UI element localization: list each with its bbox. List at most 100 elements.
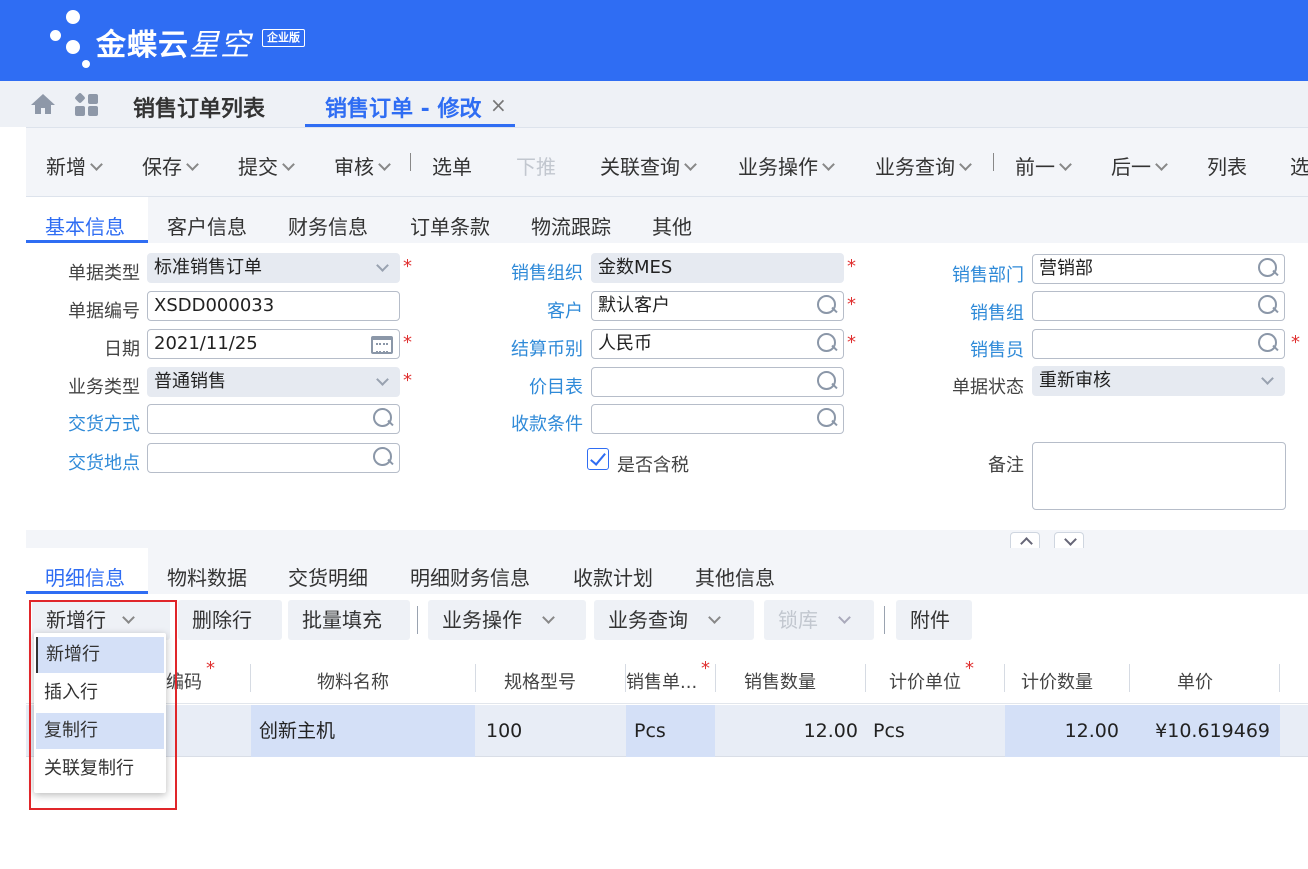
edition-badge: 企业版 bbox=[262, 29, 305, 47]
currency-label[interactable]: 结算币别 bbox=[511, 335, 583, 361]
delivery-method-label[interactable]: 交货方式 bbox=[68, 410, 140, 436]
search-icon[interactable] bbox=[373, 408, 393, 428]
business-query-button[interactable]: 业务查询 bbox=[875, 151, 972, 180]
search-icon[interactable] bbox=[1258, 295, 1278, 315]
column-header-unit-price[interactable]: 单价 bbox=[1177, 668, 1213, 694]
delivery-place-label[interactable]: 交货地点 bbox=[68, 449, 140, 475]
tab-basic-info[interactable]: 基本信息 bbox=[45, 211, 125, 240]
tab-finance-info[interactable]: 财务信息 bbox=[288, 211, 368, 240]
tab-detail-finance[interactable]: 明细财务信息 bbox=[410, 562, 530, 591]
expand-down-icon[interactable] bbox=[1054, 532, 1084, 548]
tax-included-checkbox[interactable] bbox=[587, 448, 609, 470]
cell-price-unit[interactable]: Pcs bbox=[873, 705, 1003, 757]
price-list-label[interactable]: 价目表 bbox=[529, 373, 583, 399]
delete-row-button[interactable]: 删除行 bbox=[178, 600, 282, 640]
tab-detail-info[interactable]: 明细信息 bbox=[45, 562, 125, 591]
cell-sale-unit[interactable]: Pcs bbox=[626, 705, 715, 757]
sale-group-field[interactable] bbox=[1032, 291, 1285, 321]
search-icon[interactable] bbox=[1258, 333, 1278, 353]
tab-logistics[interactable]: 物流跟踪 bbox=[531, 211, 611, 240]
remark-textarea[interactable] bbox=[1032, 442, 1286, 510]
date-field[interactable]: 2021/11/25 bbox=[147, 329, 400, 359]
salesman-field[interactable] bbox=[1032, 329, 1285, 359]
tab-other[interactable]: 其他 bbox=[652, 211, 692, 240]
sale-org-field[interactable]: 金数MES bbox=[591, 253, 844, 283]
column-header-material-name[interactable]: 物料名称 bbox=[317, 668, 389, 694]
detail-business-query-button[interactable]: 业务查询 bbox=[594, 600, 754, 640]
save-button[interactable]: 保存 bbox=[142, 151, 199, 180]
required-mark: * bbox=[847, 294, 856, 315]
required-mark: * bbox=[1291, 332, 1300, 353]
collapse-up-icon[interactable] bbox=[1010, 532, 1040, 548]
related-query-button[interactable]: 关联查询 bbox=[600, 151, 697, 180]
previous-button[interactable]: 前一 bbox=[1015, 151, 1072, 180]
sale-org-label[interactable]: 销售组织 bbox=[511, 259, 583, 285]
sale-dept-label[interactable]: 销售部门 bbox=[952, 261, 1024, 287]
select-bill-button[interactable]: 选单 bbox=[432, 151, 472, 180]
business-operation-button[interactable]: 业务操作 bbox=[738, 151, 835, 180]
calendar-icon[interactable] bbox=[371, 336, 393, 354]
column-header-price-unit[interactable]: 计价单位 bbox=[889, 668, 961, 694]
sale-dept-field[interactable]: 营销部 bbox=[1032, 254, 1285, 284]
search-icon[interactable] bbox=[817, 333, 837, 353]
home-icon[interactable] bbox=[30, 93, 56, 115]
column-header-price-qty[interactable]: 计价数量 bbox=[1021, 668, 1093, 694]
tab-customer-info[interactable]: 客户信息 bbox=[167, 211, 247, 240]
tab-order-terms[interactable]: 订单条款 bbox=[410, 211, 490, 240]
close-icon[interactable]: × bbox=[490, 93, 507, 117]
next-button[interactable]: 后一 bbox=[1111, 151, 1168, 180]
chevron-down-icon bbox=[186, 158, 199, 171]
options-button[interactable]: 选 bbox=[1290, 151, 1308, 180]
audit-button[interactable]: 审核 bbox=[334, 151, 391, 180]
detail-section-tabs: 明细信息 物料数据 交货明细 明细财务信息 收款计划 其他信息 bbox=[26, 548, 1308, 594]
tab-sales-order-list[interactable]: 销售订单列表 bbox=[133, 91, 265, 123]
detail-business-operation-button[interactable]: 业务操作 bbox=[428, 600, 586, 640]
tab-other-info[interactable]: 其他信息 bbox=[695, 562, 775, 591]
chevron-down-icon bbox=[376, 259, 389, 272]
column-divider bbox=[865, 664, 866, 692]
delivery-place-field[interactable] bbox=[147, 443, 400, 473]
search-icon[interactable] bbox=[373, 447, 393, 467]
sale-group-label[interactable]: 销售组 bbox=[970, 299, 1024, 325]
delivery-method-field[interactable] bbox=[147, 404, 400, 434]
column-divider bbox=[250, 664, 251, 692]
tab-material-data[interactable]: 物料数据 bbox=[167, 562, 247, 591]
bill-type-select[interactable]: 标准销售订单 bbox=[147, 253, 400, 283]
search-icon[interactable] bbox=[1258, 258, 1278, 278]
new-button[interactable]: 新增 bbox=[46, 151, 103, 180]
search-icon[interactable] bbox=[817, 371, 837, 391]
price-list-field[interactable] bbox=[591, 367, 844, 397]
tab-sales-order-edit[interactable]: 销售订单 - 修改 × bbox=[305, 81, 515, 127]
payment-terms-label[interactable]: 收款条件 bbox=[511, 410, 583, 436]
bill-number-field[interactable]: XSDD000033 bbox=[147, 291, 400, 321]
chevron-down-icon bbox=[1059, 158, 1072, 171]
cell-sale-qty[interactable]: 12.00 bbox=[715, 705, 858, 757]
customer-label[interactable]: 客户 bbox=[547, 297, 583, 323]
business-type-select[interactable]: 普通销售 bbox=[147, 367, 400, 397]
tab-delivery-detail[interactable]: 交货明细 bbox=[288, 562, 368, 591]
toolbar-divider bbox=[993, 153, 994, 171]
customer-field[interactable]: 默认客户 bbox=[591, 291, 844, 321]
table-row[interactable]: 创新主机 100 Pcs 12.00 Pcs 12.00 ¥10.619469 bbox=[26, 705, 1308, 757]
search-icon[interactable] bbox=[817, 408, 837, 428]
cell-unit-price[interactable]: ¥10.619469 bbox=[1129, 705, 1280, 757]
batch-fill-button[interactable]: 批量填充 bbox=[288, 600, 410, 640]
apps-grid-icon[interactable] bbox=[74, 93, 100, 117]
chevron-down-icon bbox=[1261, 372, 1274, 385]
column-header-sale-qty[interactable]: 销售数量 bbox=[744, 668, 816, 694]
attachment-button[interactable]: 附件 bbox=[896, 600, 972, 640]
cell-price-qty[interactable]: 12.00 bbox=[1005, 705, 1129, 757]
salesman-label[interactable]: 销售员 bbox=[970, 336, 1024, 362]
submit-button[interactable]: 提交 bbox=[238, 151, 295, 180]
payment-terms-field[interactable] bbox=[591, 404, 844, 434]
column-divider bbox=[475, 664, 476, 692]
column-header-sale-unit[interactable]: 销售单... bbox=[626, 668, 697, 694]
search-icon[interactable] bbox=[817, 295, 837, 315]
list-button[interactable]: 列表 bbox=[1207, 151, 1247, 180]
cell-spec[interactable]: 100 bbox=[486, 705, 624, 757]
business-type-label: 业务类型 bbox=[68, 377, 140, 398]
tab-payment-plan[interactable]: 收款计划 bbox=[573, 562, 653, 591]
column-header-spec[interactable]: 规格型号 bbox=[504, 668, 576, 694]
currency-field[interactable]: 人民币 bbox=[591, 329, 844, 359]
cell-material-name[interactable]: 创新主机 bbox=[251, 705, 475, 757]
